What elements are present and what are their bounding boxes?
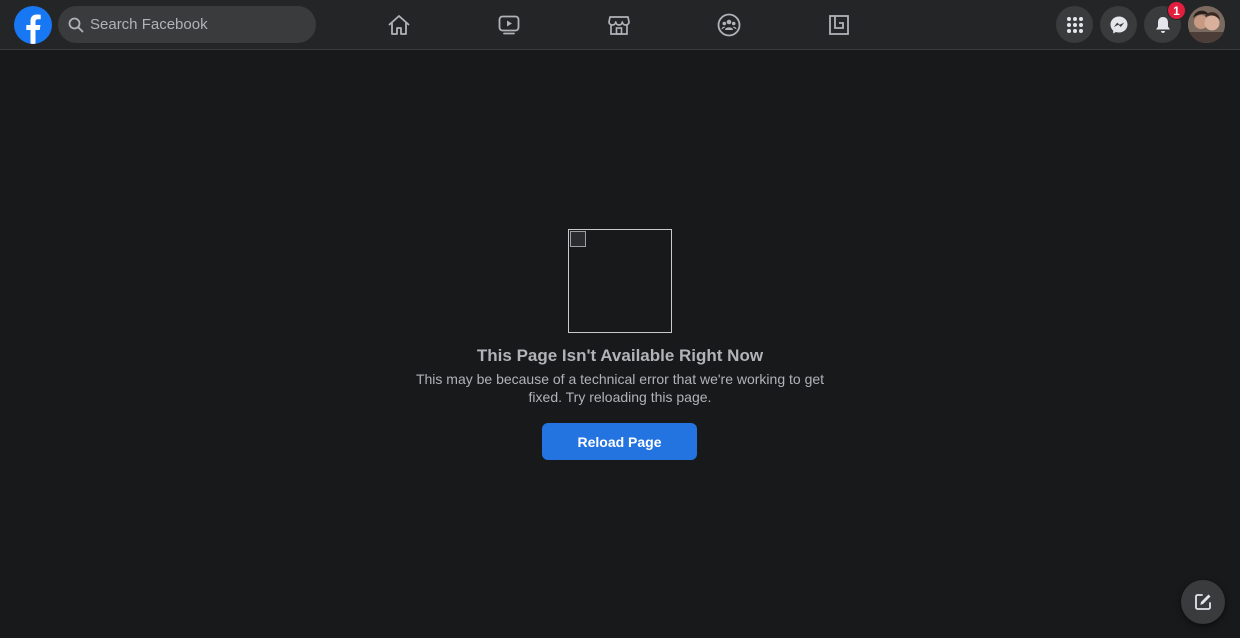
gaming-icon xyxy=(829,15,849,35)
error-message: This may be because of a technical error… xyxy=(415,371,825,405)
watch-icon xyxy=(498,15,520,35)
search-icon xyxy=(68,17,84,33)
tab-watch[interactable] xyxy=(454,0,564,50)
compose-icon xyxy=(1195,594,1211,610)
profile-photo-icon xyxy=(1188,6,1225,43)
main-content: This Page Isn't Available Right Now This… xyxy=(0,51,1240,638)
broken-image-placeholder xyxy=(568,229,672,333)
search-bar[interactable] xyxy=(58,6,316,43)
facebook-logo[interactable] xyxy=(14,6,52,44)
menu-button[interactable] xyxy=(1056,6,1093,43)
groups-icon xyxy=(717,13,741,37)
new-message-button[interactable] xyxy=(1181,580,1225,624)
tab-gaming[interactable] xyxy=(784,0,894,50)
top-navigation-bar: 1 xyxy=(0,0,1240,50)
messenger-icon xyxy=(1110,16,1127,33)
error-title: This Page Isn't Available Right Now xyxy=(476,346,764,365)
tab-home[interactable] xyxy=(344,0,454,50)
tab-marketplace[interactable] xyxy=(564,0,674,50)
account-avatar[interactable] xyxy=(1188,6,1225,43)
home-icon xyxy=(388,15,410,35)
broken-image-icon xyxy=(570,231,586,247)
tab-groups[interactable] xyxy=(674,0,784,50)
messenger-button[interactable] xyxy=(1100,6,1137,43)
notification-count-badge: 1 xyxy=(1167,1,1186,20)
apps-grid-icon xyxy=(1066,16,1083,33)
facebook-f-icon xyxy=(26,14,41,44)
marketplace-icon xyxy=(608,16,630,35)
search-input[interactable] xyxy=(90,16,290,33)
reload-page-button[interactable]: Reload Page xyxy=(542,423,697,460)
